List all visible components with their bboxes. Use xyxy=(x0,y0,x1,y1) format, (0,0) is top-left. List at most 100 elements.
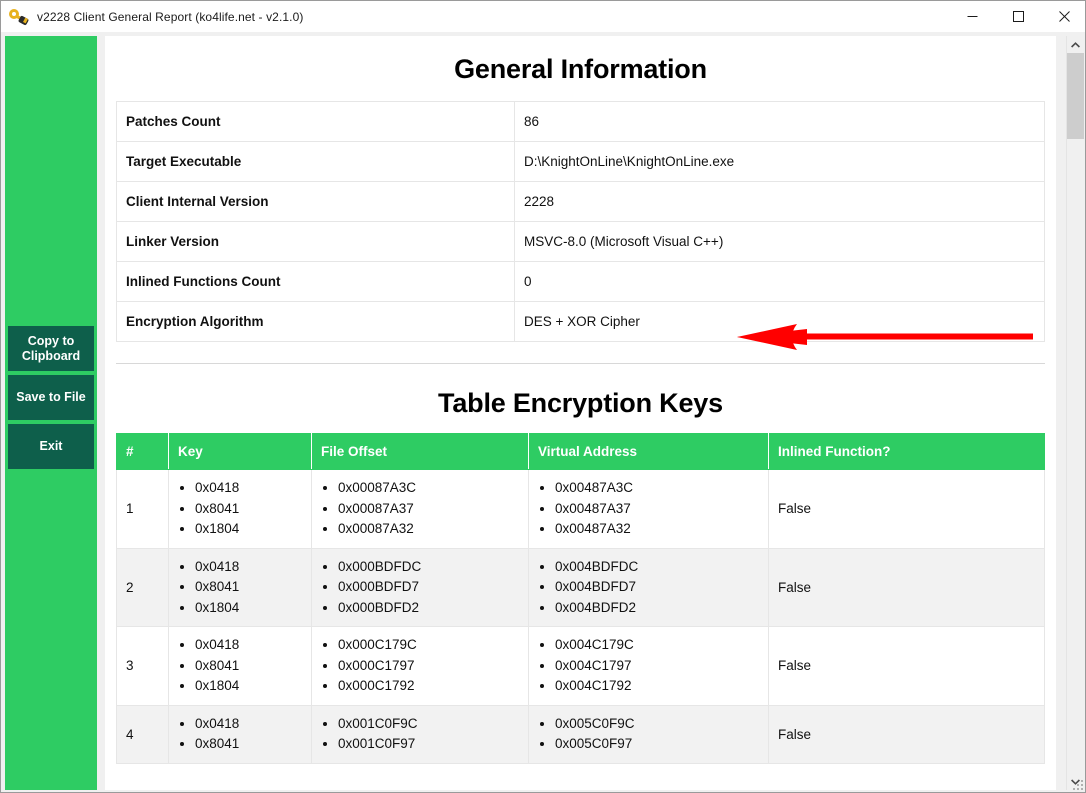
window-title: v2228 Client General Report (ko4life.net… xyxy=(37,9,304,24)
scroll-up-button[interactable] xyxy=(1067,36,1084,53)
copy-to-clipboard-button[interactable]: Copy to Clipboard xyxy=(8,326,94,371)
bullet-list: 0x04180x80410x1804 xyxy=(178,557,302,619)
list-item: 0x00487A37 xyxy=(555,499,759,520)
list-item: 0x000C179C xyxy=(338,635,519,656)
chevron-up-icon xyxy=(1071,41,1080,48)
close-button[interactable] xyxy=(1041,1,1085,32)
keys-cell: 0x04180x8041 xyxy=(168,704,312,764)
list-item: 0x00487A3C xyxy=(555,478,759,499)
info-row: Client Internal Version 2228 xyxy=(116,181,1045,222)
bullet-list: 0x00087A3C0x00087A370x00087A32 xyxy=(321,478,519,540)
table-header-row: # Key File Offset Virtual Address Inlined Fu… xyxy=(116,433,1045,470)
bullet-list: 0x004C179C0x004C17970x004C1792 xyxy=(538,635,759,697)
list-item: 0x000C1792 xyxy=(338,676,519,697)
column-header[interactable]: File Offset xyxy=(311,433,529,470)
row-index: 2 xyxy=(116,547,169,627)
close-icon xyxy=(1058,11,1070,22)
info-row-label: Client Internal Version xyxy=(116,181,515,222)
application-window: v2228 Client General Report (ko4life.net… xyxy=(0,0,1086,793)
table-row[interactable]: 20x04180x80410x18040x000BDFDC0x000BDFD70… xyxy=(116,547,1045,627)
list-item: 0x0418 xyxy=(195,557,302,578)
list-item: 0x00087A32 xyxy=(338,519,519,540)
inlined-function-value: False xyxy=(768,626,1045,706)
list-item: 0x1804 xyxy=(195,598,302,619)
file-offsets-cell: 0x000C179C0x000C17970x000C1792 xyxy=(311,626,529,706)
minimize-icon xyxy=(967,16,977,17)
list-item: 0x004C1792 xyxy=(555,676,759,697)
list-item: 0x004C179C xyxy=(555,635,759,656)
window-controls xyxy=(949,1,1085,32)
info-row-label: Inlined Functions Count xyxy=(116,261,515,302)
list-item: 0x005C0F97 xyxy=(555,734,759,755)
bullet-list: 0x00487A3C0x00487A370x00487A32 xyxy=(538,478,759,540)
list-item: 0x8041 xyxy=(195,656,302,677)
list-item: 0x1804 xyxy=(195,519,302,540)
list-item: 0x001C0F97 xyxy=(338,734,519,755)
exit-button[interactable]: Exit xyxy=(8,424,94,469)
list-item: 0x00087A3C xyxy=(338,478,519,499)
info-row-value: DES + XOR Cipher xyxy=(514,301,1045,342)
bullet-list: 0x001C0F9C0x001C0F97 xyxy=(321,714,519,755)
column-header[interactable]: Virtual Address xyxy=(528,433,769,470)
column-header[interactable]: Inlined Function? xyxy=(768,433,1045,470)
list-item: 0x00487A32 xyxy=(555,519,759,540)
minimize-button[interactable] xyxy=(949,1,995,32)
info-row-label: Target Executable xyxy=(116,141,515,182)
info-row-label: Patches Count xyxy=(116,101,515,142)
save-to-file-button[interactable]: Save to File xyxy=(8,375,94,420)
section-divider xyxy=(116,363,1045,364)
resize-grip[interactable] xyxy=(1072,779,1085,792)
list-item: 0x001C0F9C xyxy=(338,714,519,735)
column-header[interactable]: # xyxy=(116,433,169,470)
keys-cell: 0x04180x80410x1804 xyxy=(168,547,312,627)
info-row-value: 2228 xyxy=(514,181,1045,222)
list-item: 0x1804 xyxy=(195,676,302,697)
key-icon xyxy=(8,6,30,28)
info-row-value: 86 xyxy=(514,101,1045,142)
bullet-list: 0x000C179C0x000C17970x000C1792 xyxy=(321,635,519,697)
virtual-addresses-cell: 0x005C0F9C0x005C0F97 xyxy=(528,704,769,764)
maximize-icon xyxy=(1012,11,1024,22)
general-information-title: General Information xyxy=(454,54,707,84)
info-row-label: Linker Version xyxy=(116,221,515,262)
table-row[interactable]: 30x04180x80410x18040x000C179C0x000C17970… xyxy=(116,626,1045,706)
list-item: 0x004BDFD2 xyxy=(555,598,759,619)
list-item: 0x8041 xyxy=(195,499,302,520)
report-content: General Information Patches Count 86 Targe… xyxy=(105,36,1056,790)
list-item: 0x000BDFD7 xyxy=(338,577,519,598)
keys-cell: 0x04180x80410x1804 xyxy=(168,469,312,549)
scrollbar-thumb[interactable] xyxy=(1067,53,1084,140)
list-item: 0x0418 xyxy=(195,714,302,735)
table-row[interactable]: 10x04180x80410x18040x00087A3C0x00087A370… xyxy=(116,469,1045,549)
column-header[interactable]: Key xyxy=(168,433,312,470)
list-item: 0x0418 xyxy=(195,635,302,656)
list-item: 0x00087A37 xyxy=(338,499,519,520)
list-item: 0x004BDFDC xyxy=(555,557,759,578)
scrollbar-track[interactable] xyxy=(1067,53,1084,773)
inlined-function-value: False xyxy=(768,547,1045,627)
virtual-addresses-cell: 0x004BDFDC0x004BDFD70x004BDFD2 xyxy=(528,547,769,627)
vertical-scrollbar[interactable] xyxy=(1066,36,1084,790)
info-row-value: 0 xyxy=(514,261,1045,302)
info-row: Encryption Algorithm DES + XOR Cipher xyxy=(116,301,1045,342)
table-encryption-keys-title: Table Encryption Keys xyxy=(438,388,723,418)
list-item: 0x8041 xyxy=(195,734,302,755)
info-row-value: D:\KnightOnLine\KnightOnLine.exe xyxy=(514,141,1045,182)
list-item: 0x000BDFDC xyxy=(338,557,519,578)
list-item: 0x8041 xyxy=(195,577,302,598)
encryption-keys-table: # Key File Offset Virtual Address Inlined Fu… xyxy=(116,433,1045,764)
list-item: 0x0418 xyxy=(195,478,302,499)
maximize-button[interactable] xyxy=(995,1,1041,32)
info-row-label: Encryption Algorithm xyxy=(116,301,515,342)
info-row: Patches Count 86 xyxy=(116,101,1045,142)
info-row-value: MSVC-8.0 (Microsoft Visual C++) xyxy=(514,221,1045,262)
title-bar: v2228 Client General Report (ko4life.net… xyxy=(1,1,1085,33)
list-item: 0x005C0F9C xyxy=(555,714,759,735)
bullet-list: 0x04180x8041 xyxy=(178,714,302,755)
row-index: 1 xyxy=(116,469,169,549)
table-row[interactable]: 40x04180x80410x001C0F9C0x001C0F970x005C0… xyxy=(116,704,1045,764)
keys-cell: 0x04180x80410x1804 xyxy=(168,626,312,706)
list-item: 0x004BDFD7 xyxy=(555,577,759,598)
list-item: 0x000C1797 xyxy=(338,656,519,677)
